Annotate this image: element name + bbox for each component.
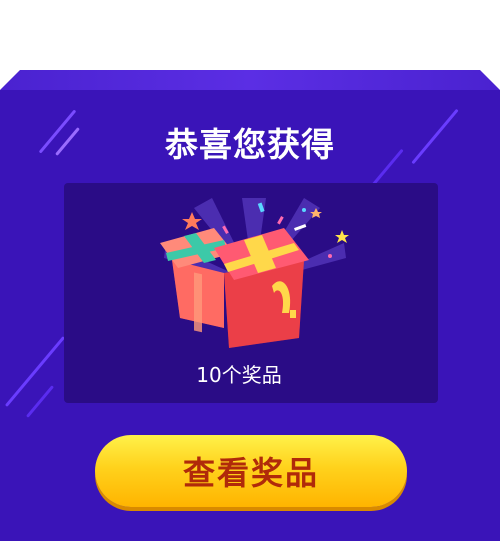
view-prizes-button[interactable]: 查看奖品 [95, 435, 407, 507]
modal-corner-right [480, 70, 500, 90]
modal-corner-left [0, 70, 20, 90]
prize-count-text: 10个奖品 [196, 363, 282, 387]
prize-modal: 恭喜您获得 10个奖品 查看奖品 [0, 70, 500, 541]
modal-title: 恭喜您获得 [165, 125, 335, 164]
gift-box-icon [160, 198, 349, 348]
decor-streak [4, 336, 66, 407]
prize-card: 10个奖品 [64, 183, 438, 403]
decor-streak [25, 385, 55, 418]
view-prizes-label: 查看奖品 [182, 454, 319, 492]
modal-top-bar [0, 70, 500, 90]
